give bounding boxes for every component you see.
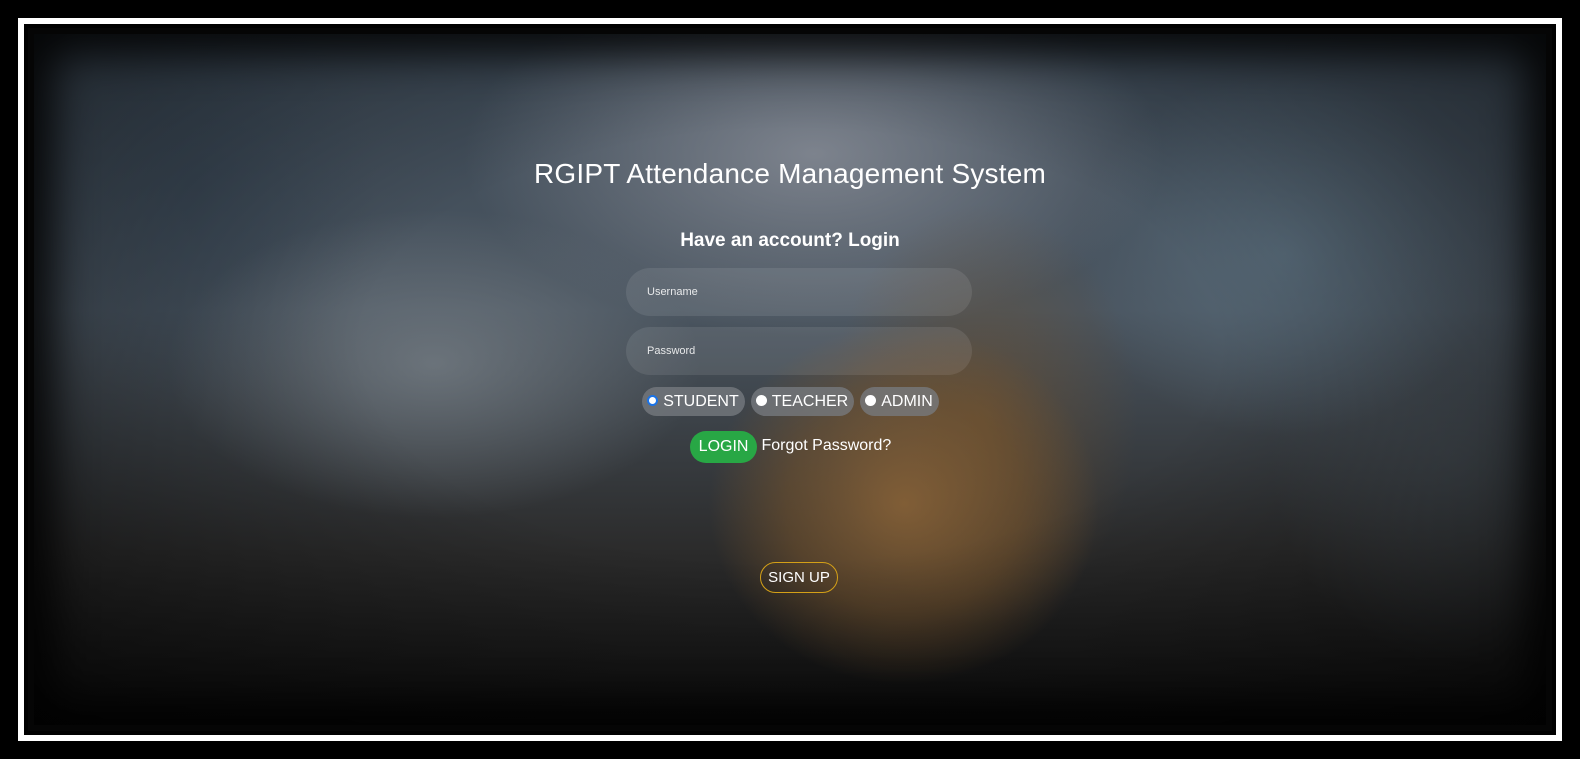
role-label-teacher: TEACHER bbox=[771, 392, 849, 410]
radio-admin[interactable] bbox=[865, 395, 877, 406]
login-heading: Have an account? Login bbox=[680, 230, 900, 251]
radio-teacher[interactable] bbox=[755, 395, 767, 406]
username-input[interactable] bbox=[626, 268, 972, 316]
radio-student[interactable] bbox=[647, 395, 659, 406]
page-title: RGIPT Attendance Management System bbox=[533, 158, 1047, 189]
login-button[interactable]: LOGIN bbox=[689, 431, 758, 463]
page-frame: RGIPT Attendance Management System Have … bbox=[0, 0, 1580, 759]
role-label-student: STUDENT bbox=[663, 392, 739, 410]
role-option-student[interactable]: STUDENT bbox=[642, 387, 745, 416]
signup-button[interactable]: SIGN UP bbox=[760, 562, 838, 593]
white-border: RGIPT Attendance Management System Have … bbox=[18, 18, 1562, 741]
forgot-password-link[interactable]: Forgot Password? bbox=[761, 437, 891, 455]
background-vignette bbox=[34, 34, 1546, 725]
login-actions: LOGIN Forgot Password? bbox=[34, 431, 1546, 463]
role-label-admin: ADMIN bbox=[881, 392, 933, 410]
role-selector: STUDENT TEACHER ADMIN bbox=[34, 387, 1546, 416]
password-input[interactable] bbox=[626, 327, 972, 375]
inner-border: RGIPT Attendance Management System Have … bbox=[28, 28, 1552, 731]
role-option-admin[interactable]: ADMIN bbox=[860, 387, 939, 416]
blurred-background-image: RGIPT Attendance Management System Have … bbox=[34, 34, 1546, 725]
role-option-teacher[interactable]: TEACHER bbox=[750, 387, 855, 416]
